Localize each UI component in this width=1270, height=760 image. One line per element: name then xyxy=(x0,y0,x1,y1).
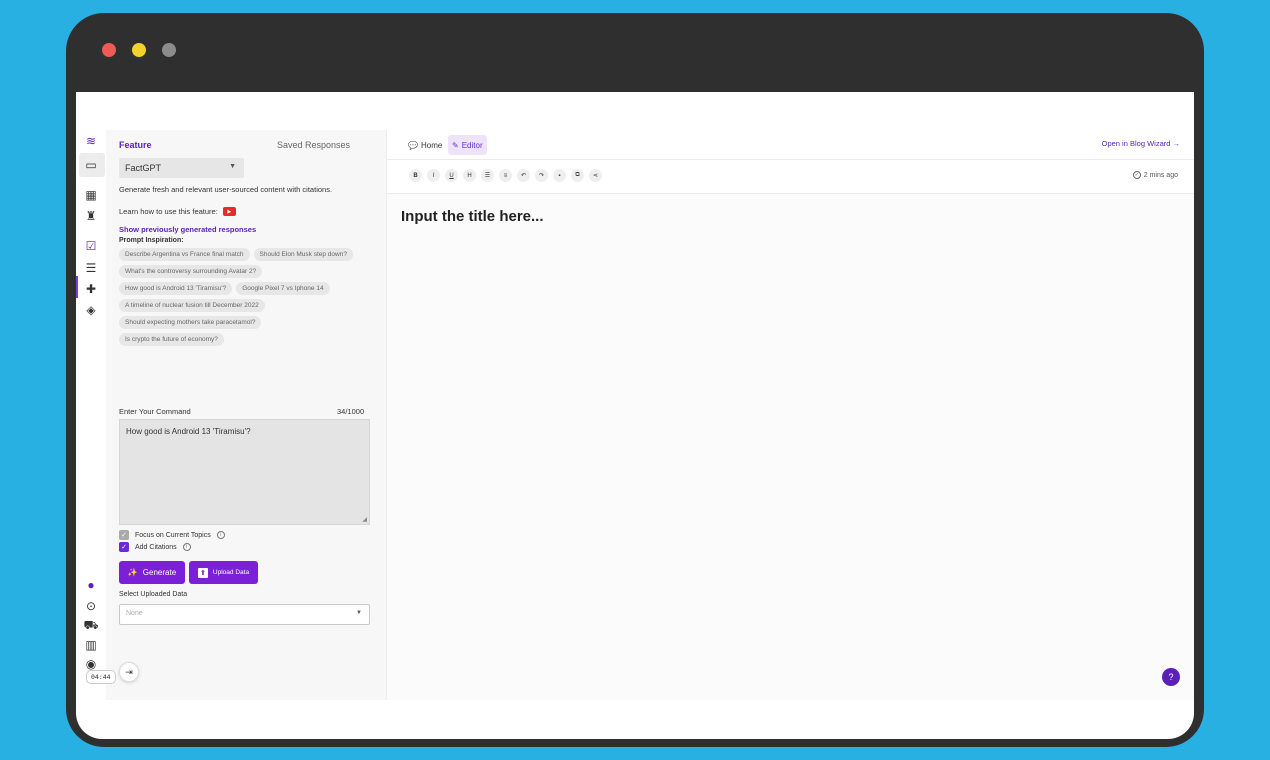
prompt-chip[interactable]: Should Elon Musk step down? xyxy=(253,248,353,261)
dashboard-icon[interactable]: ▦ xyxy=(82,186,100,204)
show-previous-link[interactable]: Show previously generated responses xyxy=(119,225,256,234)
resize-grip-icon[interactable]: ◢ xyxy=(362,516,367,523)
open-blog-wizard-link[interactable]: Open in Blog Wizard → xyxy=(1102,139,1180,148)
tab-editor[interactable]: ✎ Editor xyxy=(448,135,487,155)
focus-current-topics-row: ✓ Focus on Current Topics i xyxy=(119,530,225,540)
feature-description: Generate fresh and relevant user-sourced… xyxy=(119,185,333,194)
collapse-panel-button[interactable]: ⇥ xyxy=(119,662,139,682)
share-icon[interactable]: ⋖ xyxy=(589,169,602,182)
prompt-chip[interactable]: Google Pixel 7 vs Iphone 14 xyxy=(236,282,330,295)
focus-checkbox[interactable]: ✓ xyxy=(119,530,129,540)
citations-checkbox[interactable]: ✓ xyxy=(119,542,129,552)
prompt-chip[interactable]: How good is Android 13 'Tiramisu'? xyxy=(119,282,233,295)
upload-data-button[interactable]: ⬆ Upload Data xyxy=(189,561,258,584)
command-value: How good is Android 13 'Tiramisu'? xyxy=(126,427,251,436)
prompt-chips: Describe Argentina vs France final match… xyxy=(119,248,381,350)
saved-time: ✓ 2 mins ago xyxy=(1132,171,1178,179)
checklist-icon[interactable]: ☑ xyxy=(82,237,100,255)
learn-row: Learn how to use this feature: ▶ xyxy=(119,207,236,216)
chevron-down-icon: ▼ xyxy=(229,163,236,170)
cart-icon[interactable]: ⛟ xyxy=(82,617,100,635)
chat-icon: 💬 xyxy=(408,140,418,150)
tab-feature[interactable]: Feature xyxy=(119,140,152,150)
toggle-icon[interactable]: ⊙ xyxy=(82,597,100,615)
copy-icon[interactable]: ⧉ xyxy=(571,169,584,182)
uploaded-data-value: None xyxy=(126,610,143,617)
timer-badge: 04:44 xyxy=(86,670,116,684)
prompt-inspiration-title: Prompt Inspiration: xyxy=(119,237,184,244)
shirt-icon[interactable]: ♜ xyxy=(82,207,100,225)
tab-home[interactable]: 💬 Home xyxy=(404,135,446,155)
focus-label: Focus on Current Topics xyxy=(135,531,211,539)
window-minimize-dot[interactable] xyxy=(132,43,146,57)
numbered-list-icon[interactable]: ≡ xyxy=(499,169,512,182)
prompt-chip[interactable]: What's the controversy surrounding Avata… xyxy=(119,265,263,278)
window-maximize-dot[interactable] xyxy=(162,43,176,57)
puzzle-icon[interactable]: ✚ xyxy=(82,280,100,298)
editor-tabs: 💬 Home ✎ Editor Open in Blog Wizard → xyxy=(387,130,1194,160)
tab-home-label: Home xyxy=(420,140,443,150)
tab-editor-label: Editor xyxy=(461,140,483,150)
upload-icon: ⬆ xyxy=(197,567,208,578)
command-char-count: 34/1000 xyxy=(337,407,365,416)
heading-icon[interactable]: H xyxy=(463,169,476,182)
prompt-chip[interactable]: A timeline of nuclear fusion till Decemb… xyxy=(119,299,265,312)
list-icon[interactable]: ☰ xyxy=(82,259,100,277)
user-icon[interactable]: ● xyxy=(82,576,100,594)
uploaded-data-select[interactable]: None ▼ xyxy=(119,604,370,625)
edit-icon: ✎ xyxy=(452,140,459,150)
generate-label: Generate xyxy=(142,568,177,577)
prompt-chip[interactable]: Is crypto the future of economy? xyxy=(119,333,224,346)
map-icon[interactable]: ▥ xyxy=(82,636,100,654)
magic-wand-icon: ✨ xyxy=(127,568,138,577)
info-icon[interactable]: i xyxy=(182,543,191,551)
feature-select[interactable]: FactGPT ▼ xyxy=(119,158,244,178)
info-icon[interactable]: i xyxy=(216,531,225,539)
folder-icon[interactable]: ▭ xyxy=(82,156,100,174)
window-close-dot[interactable] xyxy=(102,43,116,57)
feature-panel: Feature Saved Responses FactGPT ▼ Genera… xyxy=(106,130,386,700)
undo-icon[interactable]: ↶ xyxy=(517,169,530,182)
citations-label: Add Citations xyxy=(135,543,177,551)
bullet-list-icon[interactable]: ☰ xyxy=(481,169,494,182)
redo-icon[interactable]: ↷ xyxy=(535,169,548,182)
command-textarea[interactable]: How good is Android 13 'Tiramisu'? ◢ xyxy=(119,419,370,525)
tab-saved-responses[interactable]: Saved Responses xyxy=(277,140,350,150)
saved-time-label: 2 mins ago xyxy=(1143,171,1178,179)
icon-rail: ≋ ▭ ▦ ♜ ☑ ☰ ✚ ◈ ● ⊙ ⛟ ▥ ◉ xyxy=(76,130,106,690)
check-circle-icon: ✓ xyxy=(1132,171,1141,179)
help-icon[interactable]: ? xyxy=(1162,668,1180,686)
underline-icon[interactable]: U xyxy=(445,169,458,182)
learn-label: Learn how to use this feature: xyxy=(119,207,218,216)
command-label: Enter Your Command xyxy=(119,407,191,416)
feature-select-value: FactGPT xyxy=(125,163,162,173)
chevron-down-icon: ▼ xyxy=(356,610,362,616)
generate-button[interactable]: ✨ Generate xyxy=(119,561,185,584)
format-toolbar: B I U H ☰ ≡ ↶ ↷ ▪ ⧉ ⋖ ✓ 2 mins ago xyxy=(387,160,1194,194)
device-frame: ≋ ▭ ▦ ♜ ☑ ☰ ✚ ◈ ● ⊙ ⛟ ▥ ◉ Feature Saved … xyxy=(66,13,1204,747)
app-screen: ≋ ▭ ▦ ♜ ☑ ☰ ✚ ◈ ● ⊙ ⛟ ▥ ◉ Feature Saved … xyxy=(76,92,1194,739)
select-uploaded-label: Select Uploaded Data xyxy=(119,591,188,598)
editor-pane: 💬 Home ✎ Editor Open in Blog Wizard → B … xyxy=(386,130,1194,700)
bold-icon[interactable]: B xyxy=(409,169,422,182)
logo-icon[interactable]: ≋ xyxy=(82,132,100,150)
upload-label: Upload Data xyxy=(212,569,250,576)
prompt-chip[interactable]: Should expecting mothers take paracetamo… xyxy=(119,316,262,329)
save-icon[interactable]: ▪ xyxy=(553,169,566,182)
prompt-chip[interactable]: Describe Argentina vs France final match xyxy=(119,248,250,261)
youtube-icon[interactable]: ▶ xyxy=(222,207,236,216)
layers-icon[interactable]: ◈ xyxy=(82,301,100,319)
add-citations-row: ✓ Add Citations i xyxy=(119,542,191,552)
italic-icon[interactable]: I xyxy=(427,169,440,182)
rail-selected-indicator xyxy=(76,276,78,298)
document-title-input[interactable]: Input the title here... xyxy=(401,208,544,225)
